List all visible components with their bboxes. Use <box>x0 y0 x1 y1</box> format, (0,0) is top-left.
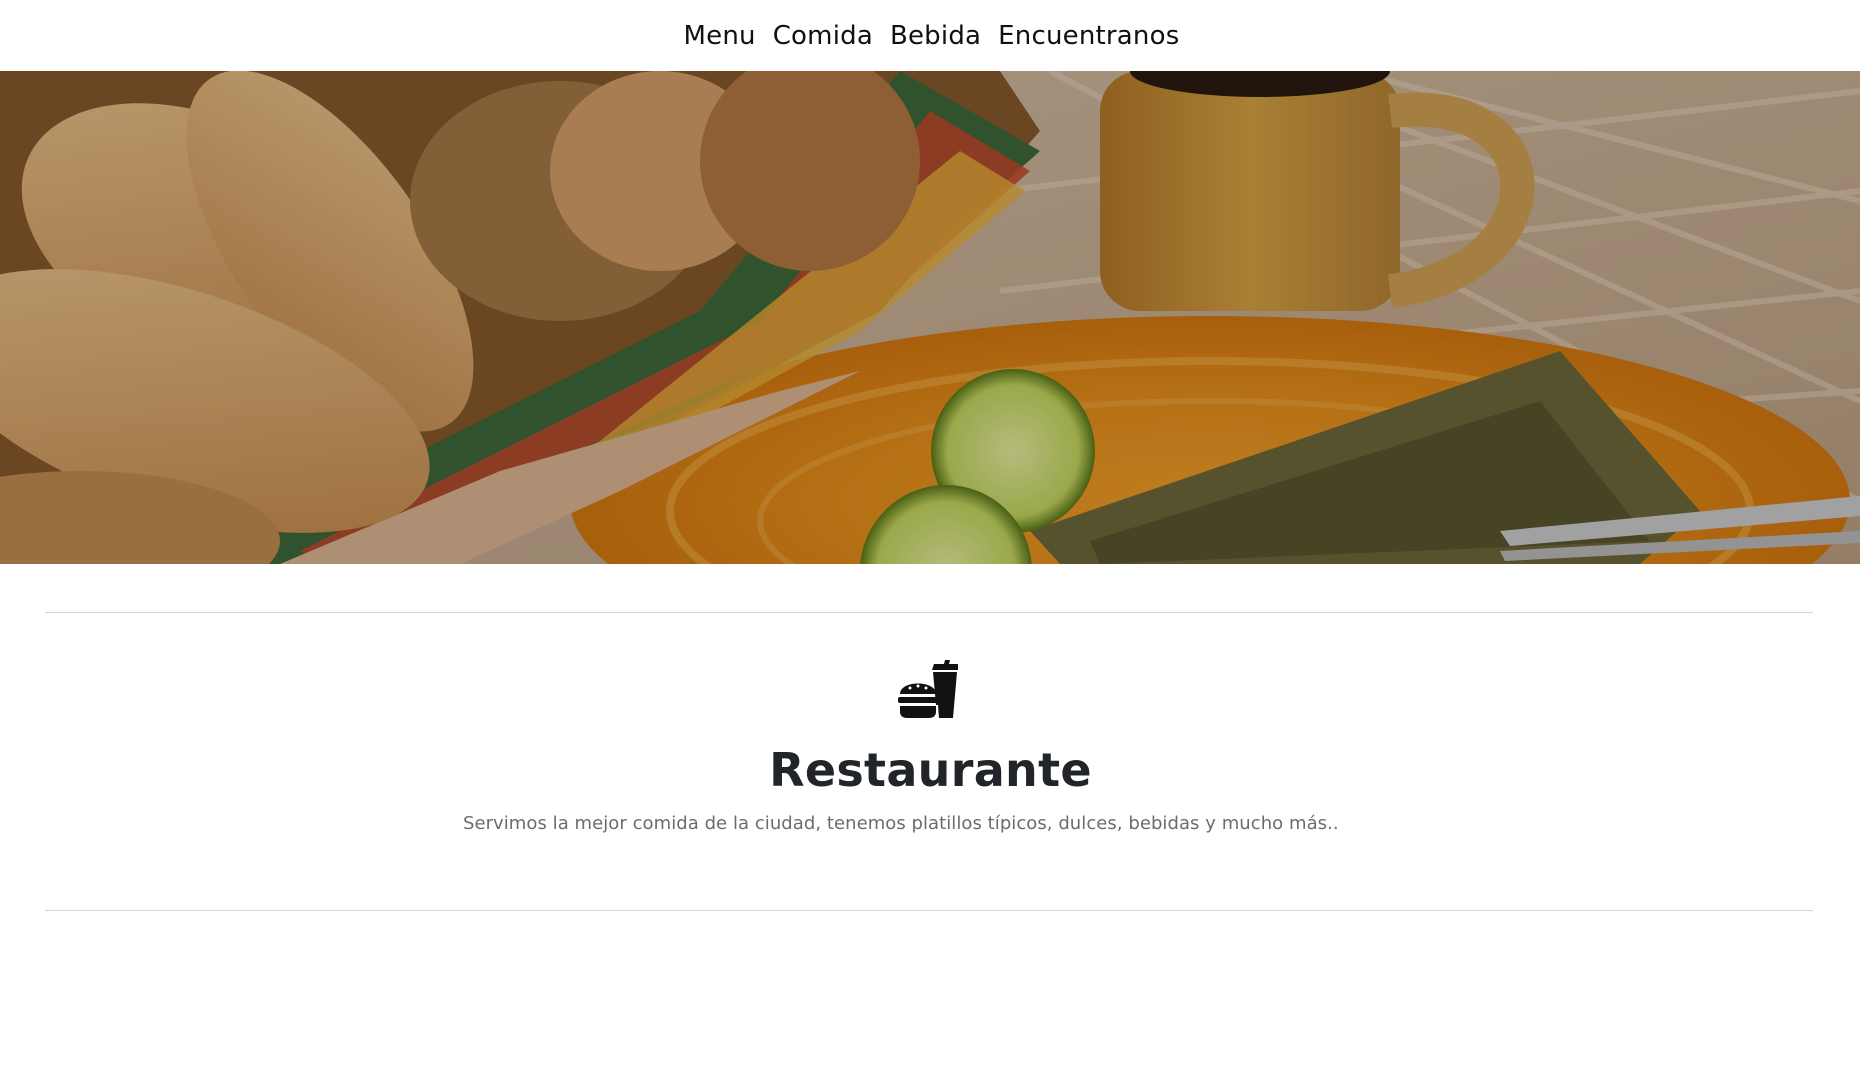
top-navbar: Menu Comida Bebida Encuentranos <box>0 0 1860 71</box>
nav-link-encuentranos[interactable]: Encuentranos <box>998 23 1179 49</box>
divider-top <box>45 612 1813 613</box>
feature-description: Servimos la mejor comida de la ciudad, t… <box>463 813 1339 834</box>
nav-link-bebida[interactable]: Bebida <box>890 23 981 49</box>
hero-food-image <box>0 71 1860 564</box>
nav-link-comida[interactable]: Comida <box>773 23 873 49</box>
nav-link-menu[interactable]: Menu <box>684 23 756 49</box>
hero-banner <box>0 71 1860 564</box>
hamburger-soda-icon <box>898 660 960 720</box>
page-title: Restaurante <box>769 743 1092 797</box>
divider-bottom <box>45 910 1813 911</box>
